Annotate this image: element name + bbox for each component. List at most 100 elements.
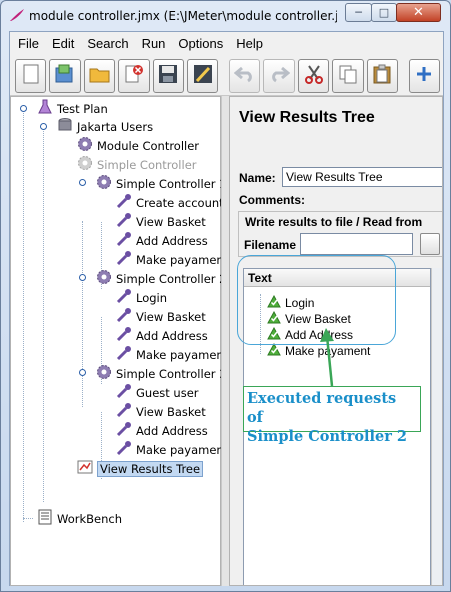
close-file-icon bbox=[124, 64, 144, 87]
pipette-icon bbox=[116, 421, 132, 440]
pipette-icon bbox=[116, 231, 132, 250]
pipette-icon bbox=[116, 326, 132, 345]
thread-group-icon bbox=[57, 117, 73, 136]
tree-label: View Basket bbox=[136, 309, 206, 324]
tree-label: Add Address bbox=[136, 328, 208, 343]
tree-label: Make payament bbox=[136, 252, 229, 267]
maximize-button[interactable]: □ bbox=[371, 3, 397, 22]
name-field[interactable]: View Results Tree bbox=[282, 167, 442, 187]
paste-icon bbox=[372, 64, 392, 87]
tree-toggle-test-plan[interactable] bbox=[20, 105, 27, 112]
gear-controller-icon bbox=[77, 155, 93, 174]
expand-all-button[interactable] bbox=[408, 58, 441, 93]
save-as-button[interactable] bbox=[187, 58, 219, 93]
menu-edit[interactable]: Edit bbox=[52, 36, 74, 51]
tree-label: View Results Tree bbox=[97, 460, 204, 477]
cut-button[interactable] bbox=[297, 58, 330, 93]
tree-toggle-simple-controller-1[interactable] bbox=[79, 179, 86, 186]
workbench-icon bbox=[37, 509, 53, 528]
write-results-label: Write results to file / Read from bbox=[245, 215, 423, 229]
tree-label: Make payament bbox=[136, 347, 229, 362]
redo-button[interactable] bbox=[263, 58, 295, 93]
annotation-line-1: Executed requests of bbox=[247, 390, 397, 426]
tree-toggle-simple-controller-2[interactable] bbox=[79, 274, 86, 281]
close-file-button[interactable] bbox=[118, 58, 150, 93]
annotation-line-2: Simple Controller 2 bbox=[247, 428, 408, 445]
tree-label: WorkBench bbox=[57, 511, 122, 526]
templates-icon bbox=[54, 64, 76, 87]
tree-node-sampler[interactable]: Add Address bbox=[116, 326, 208, 345]
pane-splitter[interactable] bbox=[221, 96, 229, 586]
open-button[interactable] bbox=[83, 58, 116, 93]
tree-node-sampler[interactable]: View Basket bbox=[116, 307, 206, 326]
tree-node-sampler[interactable]: Make payament bbox=[116, 250, 228, 269]
tree-label: Make payament bbox=[136, 442, 229, 457]
copy-button[interactable] bbox=[332, 58, 364, 93]
tree-node-sampler[interactable]: View Basket bbox=[116, 212, 206, 231]
title-bar: module controller.jmx (E:\JMeter\module … bbox=[1, 1, 450, 31]
minimize-button[interactable]: ─ bbox=[345, 3, 372, 22]
paste-button[interactable] bbox=[366, 58, 399, 93]
toolbar bbox=[10, 56, 443, 96]
menu-bar: File Edit Search Run Options Help bbox=[10, 32, 443, 54]
save-as-icon bbox=[193, 64, 213, 87]
pipette-icon bbox=[116, 383, 132, 402]
pipette-icon bbox=[116, 307, 132, 326]
pipette-icon bbox=[116, 212, 132, 231]
tree-node-sampler[interactable]: Add Address bbox=[116, 231, 208, 250]
comments-label: Comments: bbox=[239, 193, 306, 207]
tree-label: Module Controller bbox=[97, 138, 200, 153]
tree-label: Simple Controller 2 bbox=[116, 271, 227, 286]
tree-node-sampler[interactable]: View Basket bbox=[116, 402, 206, 421]
tree-node-simple-controller-3[interactable]: Simple Controller 3 bbox=[96, 364, 226, 383]
tree-node-thread-group[interactable]: Jakarta Users bbox=[57, 117, 153, 136]
menu-search[interactable]: Search bbox=[87, 36, 128, 51]
listener-icon bbox=[77, 459, 93, 478]
test-plan-tree: Test Plan Jakarta Users Module Controlle… bbox=[10, 96, 228, 586]
tree-node-module-controller[interactable]: Module Controller bbox=[77, 136, 199, 155]
tree-label: Test Plan bbox=[57, 101, 108, 116]
menu-file[interactable]: File bbox=[18, 36, 39, 51]
undo-button[interactable] bbox=[229, 58, 261, 93]
tree-node-sampler[interactable]: Guest user bbox=[116, 383, 199, 402]
templates-button[interactable] bbox=[49, 58, 81, 93]
tree-toggle-thread-group[interactable] bbox=[40, 123, 47, 130]
tree-node-test-plan[interactable]: Test Plan bbox=[37, 99, 108, 118]
tree-label: Add Address bbox=[136, 423, 208, 438]
tree-label: Login bbox=[136, 290, 168, 305]
tree-node-sampler[interactable]: Make payament bbox=[116, 440, 228, 459]
vertical-scrollbar[interactable] bbox=[431, 268, 442, 585]
filename-label: Filename bbox=[244, 238, 297, 252]
tree-label: Jakarta Users bbox=[77, 119, 154, 134]
save-button[interactable] bbox=[152, 58, 185, 93]
tree-node-view-results-tree[interactable]: View Results Tree bbox=[77, 459, 204, 478]
success-icon bbox=[267, 342, 281, 359]
undo-icon bbox=[233, 65, 256, 86]
gear-controller-icon bbox=[77, 136, 93, 155]
jmeter-feather-icon bbox=[9, 8, 25, 25]
tree-toggle-simple-controller-3[interactable] bbox=[79, 369, 86, 376]
menu-run[interactable]: Run bbox=[142, 36, 166, 51]
menu-help[interactable]: Help bbox=[236, 36, 263, 51]
tree-node-sampler[interactable]: Add Address bbox=[116, 421, 208, 440]
new-button[interactable] bbox=[15, 58, 47, 93]
browse-button[interactable] bbox=[420, 233, 440, 255]
name-label: Name: bbox=[239, 171, 276, 185]
flask-icon bbox=[37, 99, 53, 118]
tree-label: View Basket bbox=[136, 404, 206, 419]
tree-label: View Basket bbox=[136, 214, 206, 229]
window-title: module controller.jmx (E:\JMeter\module … bbox=[29, 9, 337, 23]
copy-icon bbox=[338, 64, 358, 87]
tree-node-simple-controller-disabled[interactable]: Simple Controller bbox=[77, 155, 197, 174]
redo-icon bbox=[268, 65, 291, 86]
tree-node-sampler[interactable]: Create account bbox=[116, 193, 224, 212]
menu-options[interactable]: Options bbox=[178, 36, 223, 51]
close-button[interactable]: ✕ bbox=[396, 3, 441, 22]
gear-controller-icon bbox=[96, 364, 112, 383]
tree-node-sampler[interactable]: Make payament bbox=[116, 345, 228, 364]
tree-node-simple-controller-1[interactable]: Simple Controller 1 bbox=[96, 174, 226, 193]
filename-field[interactable] bbox=[300, 233, 413, 255]
tree-node-sampler[interactable]: Login bbox=[116, 288, 167, 307]
tree-node-simple-controller-2[interactable]: Simple Controller 2 bbox=[96, 269, 226, 288]
tree-node-workbench[interactable]: WorkBench bbox=[37, 509, 122, 528]
